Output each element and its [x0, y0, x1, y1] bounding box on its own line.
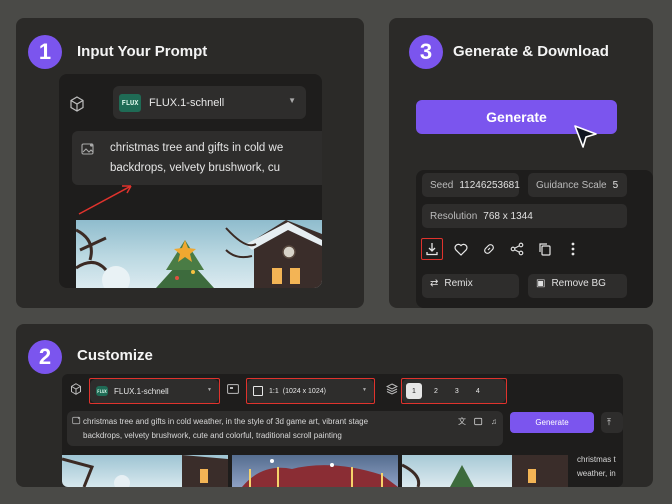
step-two-badge: 2 — [28, 340, 62, 374]
step-two-card: 2 Customize FLUX FLUX.1-schnell ▼ 1:1 (1… — [16, 324, 653, 487]
image-prompt-icon — [80, 141, 96, 157]
result-image-1[interactable] — [62, 455, 228, 487]
layers-icon — [384, 381, 400, 397]
side-prompt-text-1: christmas t — [577, 455, 616, 464]
customize-panel: FLUX FLUX.1-schnell ▼ 1:1 (1024 x 1024) … — [62, 374, 623, 487]
cursor-icon — [574, 125, 597, 148]
generate-button-compact[interactable]: Generate — [510, 412, 594, 433]
share-icon[interactable] — [506, 238, 528, 260]
result-image-3[interactable] — [402, 455, 568, 487]
download-icon[interactable] — [421, 238, 443, 260]
aspect-ratio-icon — [226, 382, 240, 396]
chevron-down-icon: ▼ — [288, 96, 296, 105]
bell-icon[interactable]: ♫ — [488, 415, 500, 427]
step-one-card: 1 Input Your Prompt FLUX FLUX.1-schnell … — [16, 18, 364, 308]
prompt-text-line-1: christmas tree and gifts in cold weather… — [83, 417, 369, 426]
seed-chip: Seed 11246253681 — [422, 173, 520, 197]
guidance-value: 5 — [612, 179, 619, 191]
guidance-label: Guidance Scale — [536, 179, 607, 191]
remove-bg-icon: ▣ — [536, 278, 546, 289]
cube-icon — [68, 381, 84, 397]
model-select-highlight — [89, 378, 220, 404]
cube-icon — [67, 94, 87, 114]
remove-bg-button[interactable]: ▣ Remove BG — [528, 274, 627, 298]
step-one-title: Input Your Prompt — [77, 43, 208, 60]
result-image-2[interactable] — [232, 455, 398, 487]
prompt-text-line-1: christmas tree and gifts in cold we — [110, 142, 284, 154]
prompt-panel: FLUX FLUX.1-schnell ▼ christmas tree and… — [59, 74, 322, 288]
step-one-badge: 1 — [28, 35, 62, 69]
resolution-label: Resolution — [430, 210, 478, 222]
prompt-text-line-2: backdrops, velvety brushwork, cute and c… — [83, 431, 342, 440]
upload-button[interactable]: ⤒ — [601, 412, 623, 433]
image-prompt-icon — [71, 415, 81, 425]
resolution-value: 768 x 1344 — [483, 210, 533, 222]
image-upload-icon[interactable] — [472, 415, 484, 427]
pointer-arrow-annotation — [78, 185, 132, 215]
prompt-input-compact[interactable]: christmas tree and gifts in cold weather… — [67, 411, 503, 446]
remix-button[interactable]: ⇄ Remix — [422, 274, 519, 298]
copy-icon[interactable] — [534, 238, 556, 260]
resolution-chip: Resolution 768 x 1344 — [422, 204, 627, 228]
model-name: FLUX.1-schnell — [149, 96, 225, 109]
step-three-badge: 3 — [409, 35, 443, 69]
step-three-title: Generate & Download — [453, 43, 609, 60]
link-icon[interactable] — [478, 238, 500, 260]
image-details-panel: Seed 11246253681 Guidance Scale 5 Resolu… — [416, 170, 653, 308]
side-prompt-text-2: weather, in — [577, 469, 616, 478]
step-two-title: Customize — [77, 347, 153, 364]
generated-image-preview — [76, 220, 322, 288]
translate-icon[interactable]: 文 — [456, 415, 468, 427]
seed-label: Seed — [430, 179, 454, 191]
count-selector-highlight — [401, 378, 507, 404]
heart-icon[interactable] — [450, 238, 472, 260]
remix-label: Remix — [444, 278, 473, 289]
aspect-select-highlight — [246, 378, 375, 404]
step-three-card: 3 Generate & Download Generate Seed 1124… — [389, 18, 653, 308]
seed-value: 11246253681 — [459, 179, 520, 191]
remix-icon: ⇄ — [430, 278, 439, 289]
guidance-chip: Guidance Scale 5 — [528, 173, 627, 197]
model-select[interactable]: FLUX FLUX.1-schnell ▼ — [113, 86, 306, 119]
more-options-icon[interactable] — [562, 238, 584, 260]
remove-bg-label: Remove BG — [551, 278, 606, 289]
flux-logo: FLUX — [119, 93, 141, 112]
